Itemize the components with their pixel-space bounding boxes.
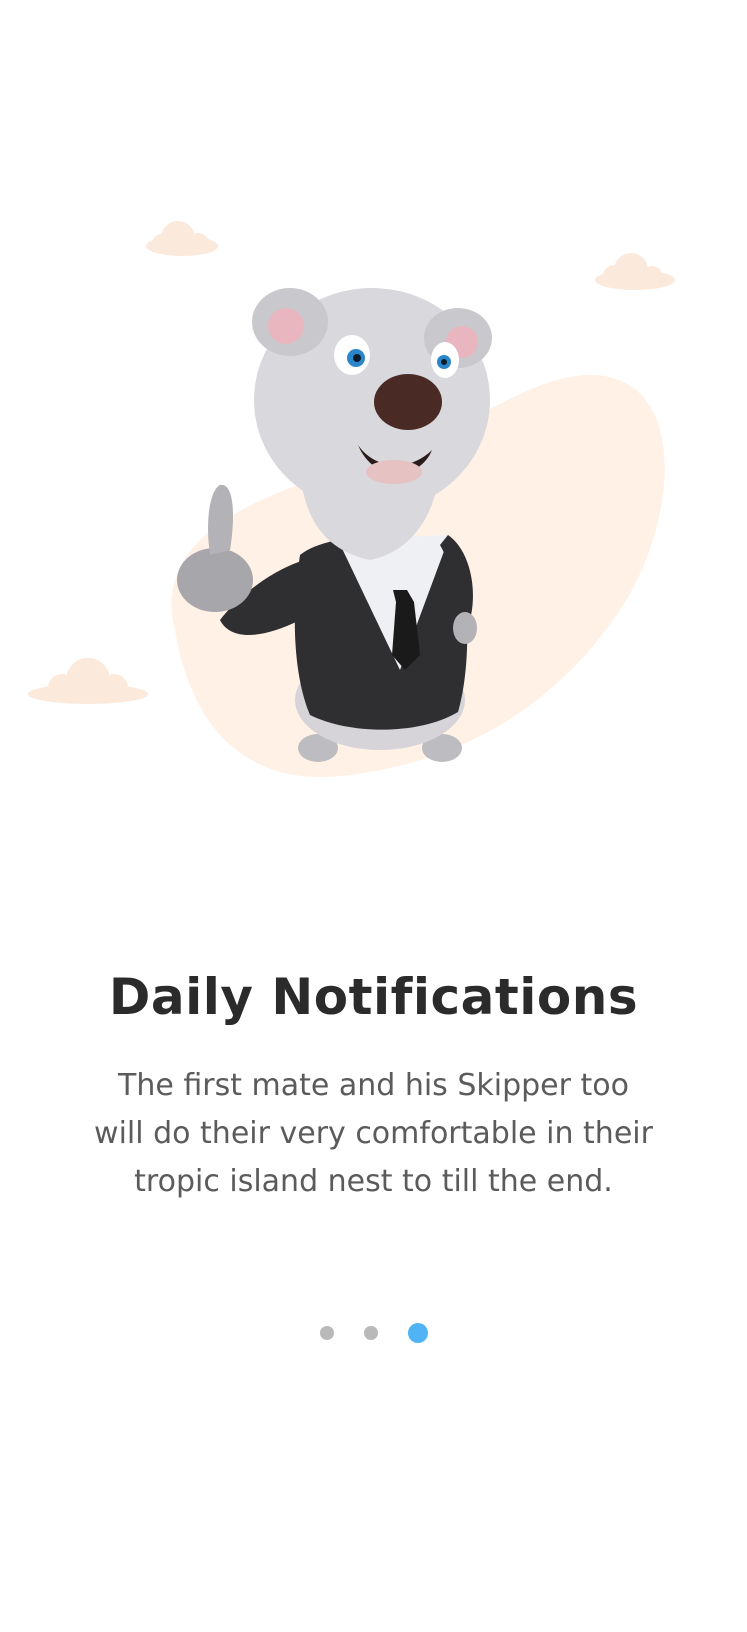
- cloud-icon: [28, 658, 148, 704]
- page-description: The first mate and his Skipper too will …: [94, 1068, 653, 1199]
- page-dot-2[interactable]: [363, 1326, 378, 1340]
- page-dot-1[interactable]: [319, 1326, 334, 1340]
- cloud-icon: [146, 221, 218, 256]
- onboarding-illustration: [28, 221, 675, 778]
- page-dot-3-active[interactable]: [407, 1323, 428, 1343]
- page-title: Daily Notifications: [108, 968, 639, 1026]
- page-indicator[interactable]: [0, 1322, 747, 1344]
- cloud-icon: [595, 253, 675, 290]
